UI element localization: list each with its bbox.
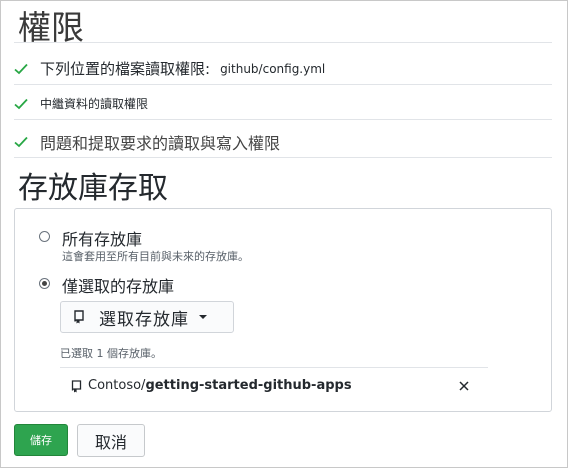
save-button[interactable]: 儲存 bbox=[14, 424, 68, 456]
divider bbox=[14, 157, 552, 158]
cancel-button[interactable]: 取消 bbox=[77, 424, 145, 457]
repo-icon bbox=[71, 380, 82, 393]
permission-item: 中繼資料的讀取權限 bbox=[14, 95, 148, 112]
repository-title: getting-started-github-apps bbox=[145, 378, 352, 393]
selected-repositories-radio[interactable] bbox=[39, 278, 50, 289]
check-icon bbox=[14, 63, 28, 74]
permission-path: github/config.yml bbox=[220, 61, 326, 76]
permission-label: 問題和提取要求的讀取與寫入權限 bbox=[40, 134, 281, 153]
selected-repositories-label[interactable]: 僅選取的存放庫 bbox=[62, 273, 174, 297]
repository-access-heading: 存放庫存取 bbox=[18, 171, 168, 206]
divider bbox=[14, 119, 552, 120]
selected-count-text: 已選取 1 個存放庫。 bbox=[60, 347, 162, 360]
permission-item: 問題和提取要求的讀取與寫入權限 bbox=[14, 130, 280, 154]
repository-owner: Contoso/ bbox=[88, 378, 146, 393]
repository-name: Contoso/getting-started-github-apps bbox=[88, 378, 352, 393]
select-repositories-label: 選取存放庫 bbox=[99, 309, 189, 330]
all-repositories-label[interactable]: 所有存放庫 bbox=[62, 226, 142, 250]
chevron-down-icon bbox=[199, 315, 207, 319]
select-repositories-button[interactable]: 選取存放庫 bbox=[60, 301, 234, 333]
permission-label: 中繼資料的讀取權限 bbox=[40, 97, 149, 111]
permission-label: 下列位置的檔案讀取權限: bbox=[40, 60, 211, 78]
all-repositories-note: 這會套用至所有目前與未來的存放庫。 bbox=[62, 250, 249, 263]
check-icon bbox=[14, 136, 28, 148]
permission-item: 下列位置的檔案讀取權限: github/config.yml bbox=[14, 58, 325, 79]
all-repositories-radio[interactable] bbox=[39, 231, 50, 242]
repo-icon bbox=[74, 310, 84, 324]
close-icon[interactable] bbox=[459, 381, 469, 391]
selected-repository-row: Contoso/getting-started-github-apps bbox=[60, 367, 488, 406]
divider bbox=[14, 42, 552, 43]
divider bbox=[14, 84, 552, 85]
check-icon bbox=[14, 98, 28, 109]
